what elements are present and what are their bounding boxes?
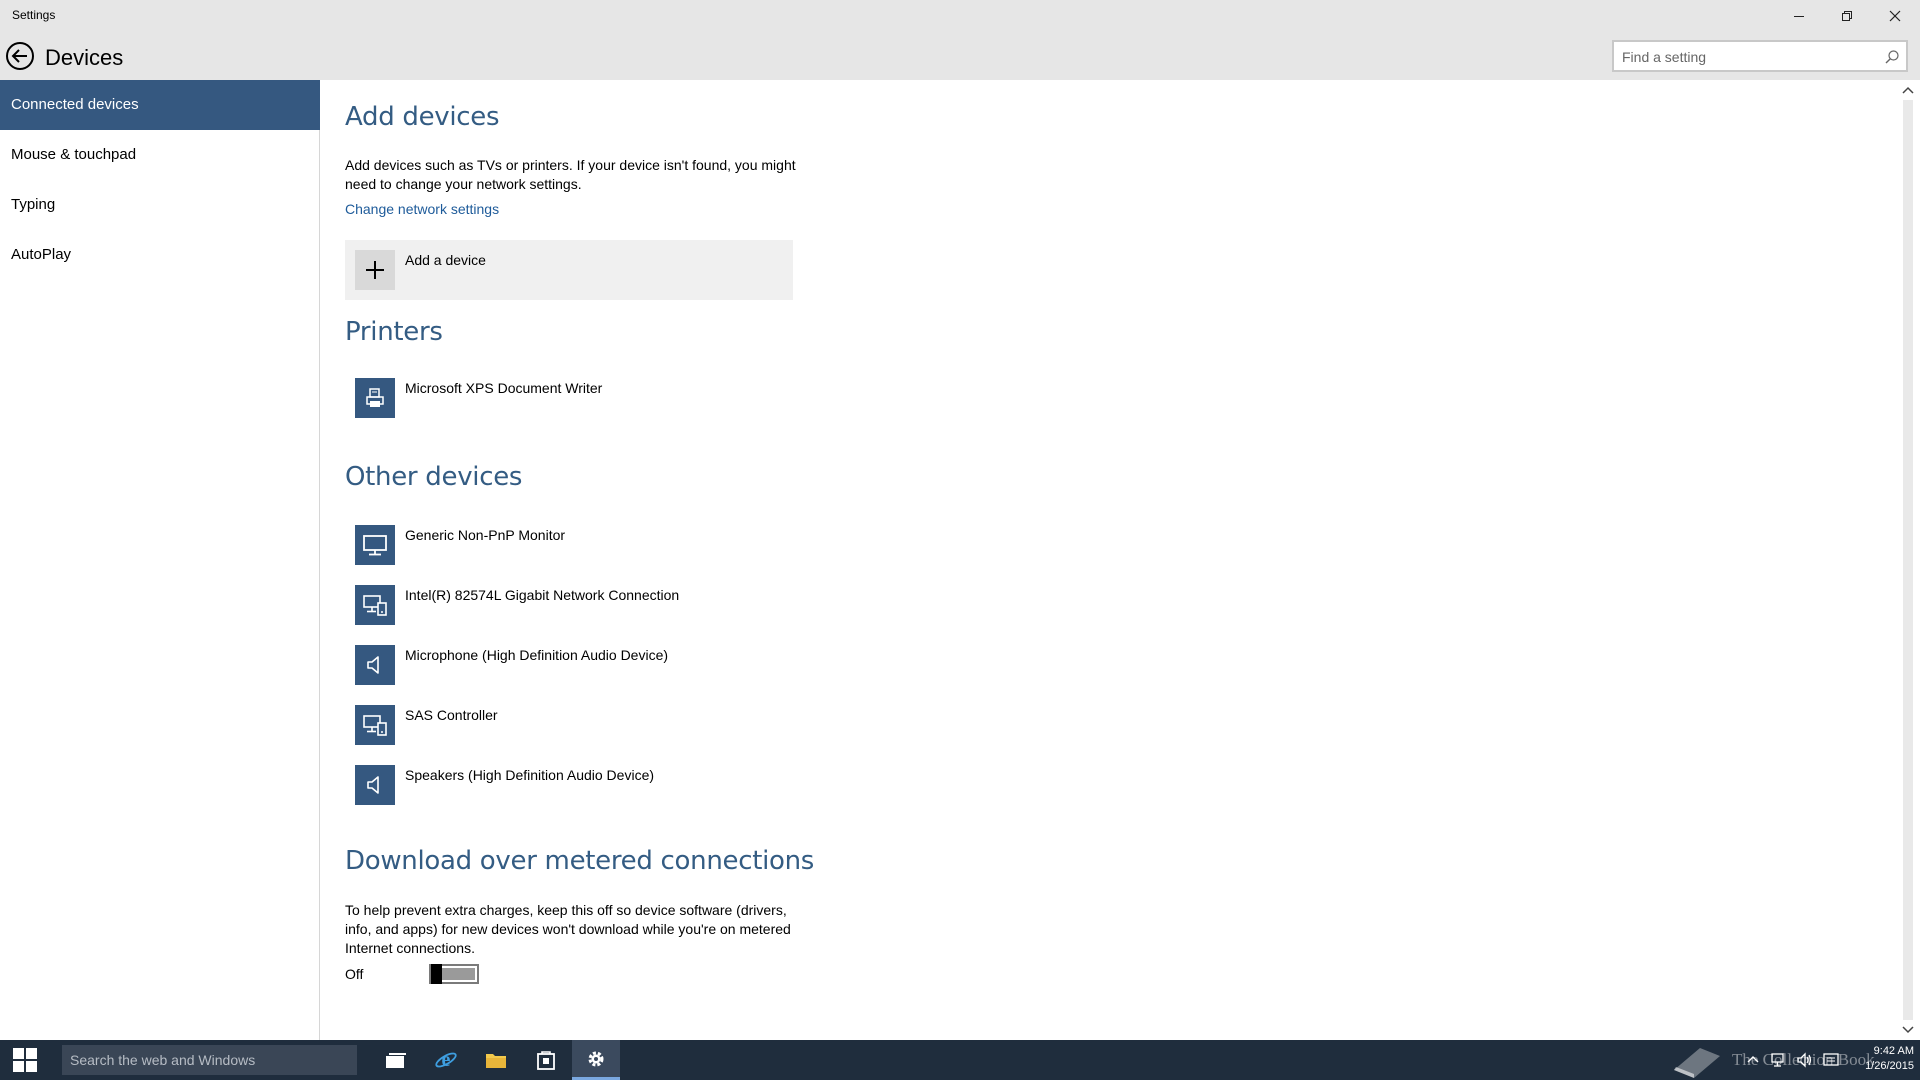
folder-icon	[486, 1054, 506, 1068]
close-button[interactable]	[1872, 0, 1918, 31]
sidebar-nav: Connected devices Mouse & touchpad Typin…	[0, 80, 320, 1040]
store-button[interactable]	[522, 1040, 570, 1080]
system-tray	[1746, 1040, 1840, 1080]
toggle-thumb[interactable]	[431, 964, 442, 984]
device-item[interactable]: Intel(R) 82574L Gigabit Network Connecti…	[345, 585, 805, 629]
settings-app-button[interactable]	[572, 1040, 620, 1080]
device-name: Microphone (High Definition Audio Device…	[405, 647, 669, 663]
main-content: Add devices Add devices such as TVs or p…	[321, 80, 1900, 1040]
internet-explorer-button[interactable]: e	[422, 1040, 470, 1080]
device-tile	[355, 765, 395, 805]
scroll-up-arrow-icon[interactable]	[1900, 82, 1916, 98]
gear-icon	[588, 1051, 604, 1066]
device-name: Speakers (High Definition Audio Device)	[405, 767, 655, 783]
metered-heading: Download over metered connections	[345, 846, 815, 876]
device-item[interactable]: Speakers (High Definition Audio Device)	[345, 765, 805, 809]
start-button[interactable]	[0, 1040, 50, 1080]
internet-explorer-icon: e	[435, 1049, 457, 1071]
store-bag-icon	[537, 1051, 555, 1070]
device-name: Intel(R) 82574L Gigabit Network Connecti…	[405, 587, 680, 603]
device-tile	[355, 378, 395, 418]
taskbar-search-input[interactable]	[70, 1051, 340, 1069]
plus-icon	[366, 261, 384, 279]
clock-date: 1/26/2015	[1865, 1060, 1914, 1072]
vertical-scrollbar[interactable]	[1896, 80, 1920, 1040]
network-icon[interactable]	[1770, 1051, 1788, 1069]
volume-icon[interactable]	[1796, 1051, 1814, 1069]
task-view-button[interactable]	[372, 1040, 420, 1080]
back-arrow-icon	[6, 42, 34, 70]
window-title: Settings	[12, 8, 56, 22]
device-tile	[355, 525, 395, 565]
windows-logo-icon	[13, 1048, 37, 1072]
device-name: SAS Controller	[405, 707, 498, 723]
add-devices-description: Add devices such as TVs or printers. If …	[345, 157, 796, 192]
add-device-label: Add a device	[405, 252, 486, 268]
metered-toggle-label: Off	[345, 966, 364, 982]
find-setting-search[interactable]	[1612, 40, 1908, 72]
metered-toggle-switch[interactable]	[429, 964, 479, 984]
file-explorer-button[interactable]	[472, 1040, 520, 1080]
sidebar-item-typing[interactable]: Typing	[0, 180, 320, 230]
add-device-tile	[355, 250, 395, 290]
device-name: Generic Non-PnP Monitor	[405, 527, 566, 543]
sidebar-item-connected-devices[interactable]: Connected devices	[0, 80, 320, 130]
show-hidden-icons-chevron-icon[interactable]	[1746, 1053, 1760, 1067]
page-title: Devices	[45, 45, 124, 70]
search-icon[interactable]	[1884, 49, 1900, 65]
speaker-icon	[367, 656, 379, 674]
printers-heading: Printers	[345, 317, 443, 347]
add-devices-heading: Add devices	[345, 102, 500, 132]
printer-icon	[366, 388, 384, 407]
clock-time: 9:42 AM	[1873, 1045, 1914, 1057]
minimize-icon	[1794, 15, 1804, 17]
restore-icon	[1842, 10, 1852, 21]
back-button[interactable]	[5, 41, 35, 71]
device-item[interactable]: Microsoft XPS Document Writer	[345, 378, 805, 422]
other-devices-heading: Other devices	[345, 462, 523, 492]
device-item[interactable]: SAS Controller	[345, 705, 805, 749]
device-item[interactable]: Generic Non-PnP Monitor	[345, 525, 805, 569]
taskbar-clock[interactable]: 9:42 AM 1/26/2015	[1846, 1044, 1920, 1074]
device-item[interactable]: Microphone (High Definition Audio Device…	[345, 645, 805, 689]
taskbar-search-box[interactable]	[62, 1045, 357, 1075]
task-view-icon	[386, 1053, 406, 1068]
action-center-icon[interactable]	[1822, 1051, 1840, 1069]
metered-description: To help prevent extra charges, keep this…	[345, 902, 791, 956]
device-tile	[355, 645, 395, 685]
close-icon	[1889, 10, 1901, 21]
search-input[interactable]	[1622, 47, 1872, 67]
taskbar: e The Collection Book	[0, 1040, 1920, 1080]
svg-text:e: e	[442, 1049, 451, 1071]
restore-button[interactable]	[1824, 0, 1870, 31]
sidebar-item-mouse-touchpad[interactable]: Mouse & touchpad	[0, 130, 320, 180]
speaker-icon	[367, 776, 379, 794]
minimize-button[interactable]	[1776, 0, 1822, 31]
page-header: Devices	[0, 31, 1920, 80]
device-tile	[355, 585, 395, 625]
device-name: Microsoft XPS Document Writer	[405, 380, 603, 396]
title-bar: Settings	[0, 0, 1920, 31]
network-device-icon	[363, 715, 387, 736]
book-logo-icon	[1674, 1048, 1720, 1078]
scroll-down-arrow-icon[interactable]	[1900, 1022, 1916, 1038]
add-device-button[interactable]: Add a device	[345, 240, 793, 300]
network-device-icon	[363, 595, 387, 616]
device-tile	[355, 705, 395, 745]
change-network-settings-link[interactable]: Change network settings	[345, 201, 499, 217]
sidebar-item-autoplay[interactable]: AutoPlay	[0, 230, 320, 280]
toggle-track	[441, 968, 475, 980]
scroll-track[interactable]	[1903, 100, 1913, 1020]
monitor-icon	[363, 535, 387, 556]
